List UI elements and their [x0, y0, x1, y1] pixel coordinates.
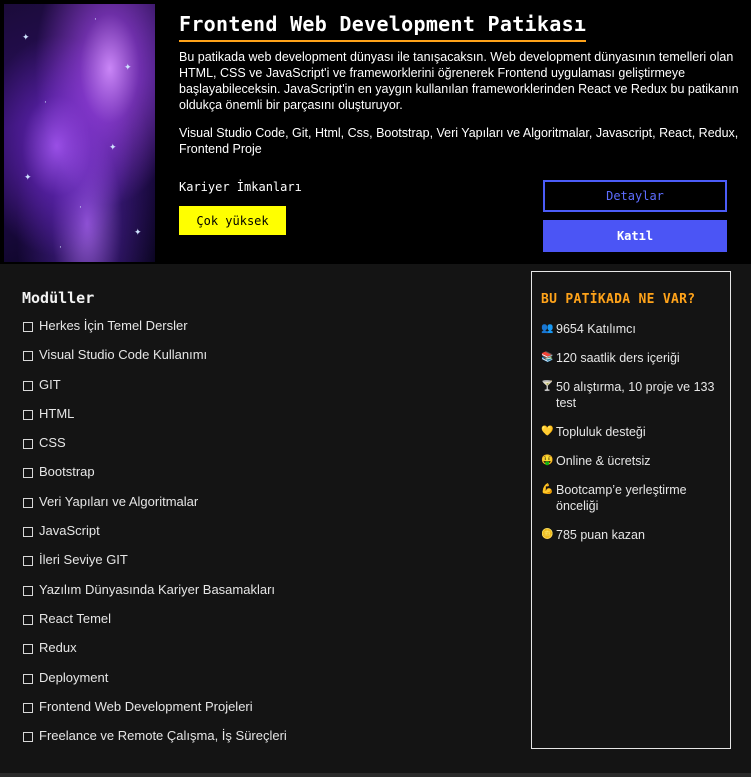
- modules-section: Modüller Herkes İçin Temel Dersler Visual…: [22, 289, 502, 757]
- checkbox-icon: [23, 644, 33, 655]
- checkbox-icon: [23, 614, 33, 625]
- checkbox-icon: [23, 468, 33, 479]
- module-label: CSS: [39, 435, 66, 451]
- checkbox-icon: [23, 556, 33, 567]
- galaxy-cover-image: ✦ · ✦ · ✦ ✦ · ✦ ·: [4, 4, 155, 262]
- module-item[interactable]: Visual Studio Code Kullanımı: [22, 347, 502, 376]
- hero-section: ✦ · ✦ · ✦ ✦ · ✦ · Frontend Web Developme…: [0, 0, 751, 264]
- panel-feature-item: 💪 Bootcamp’e yerleştirme önceliği: [541, 482, 723, 514]
- module-item[interactable]: Deployment: [22, 670, 502, 699]
- panel-feature-item: 🤑 Online & ücretsiz: [541, 453, 723, 469]
- panel-feature-text: Bootcamp’e yerleştirme önceliği: [556, 483, 687, 513]
- checkbox-icon: [23, 585, 33, 596]
- panel-feature-item: 🍸 50 alıştırma, 10 proje ve 133 test: [541, 379, 723, 411]
- page-bottom-divider: [0, 773, 751, 777]
- coin-icon: 🪙: [541, 529, 554, 540]
- module-item[interactable]: Freelance ve Remote Çalışma, İş Süreçler…: [22, 728, 502, 757]
- panel-feature-text: Online & ücretsiz: [556, 454, 651, 468]
- module-label: Deployment: [39, 669, 109, 685]
- people-icon: 👥: [541, 323, 554, 334]
- panel-feature-item: 🪙 785 puan kazan: [541, 527, 723, 543]
- modules-title: Modüller: [22, 289, 95, 307]
- technology-list: Visual Studio Code, Git, Html, Css, Boot…: [179, 126, 739, 156]
- module-label: Veri Yapıları ve Algoritmalar: [39, 493, 199, 509]
- panel-feature-text: Topluluk desteği: [556, 425, 646, 439]
- module-label: HTML: [39, 405, 75, 421]
- money-face-icon: 🤑: [541, 455, 554, 466]
- module-label: Freelance ve Remote Çalışma, İş Süreçler…: [39, 728, 287, 744]
- module-label: İleri Seviye GIT: [39, 552, 128, 568]
- module-label: Bootstrap: [39, 464, 95, 480]
- books-icon: 📚: [541, 352, 554, 363]
- module-item[interactable]: React Temel: [22, 611, 502, 640]
- page-title: Frontend Web Development Patikası: [179, 12, 587, 42]
- path-description: Bu patikada web development dünyası ile …: [179, 50, 739, 112]
- panel-feature-text: 120 saatlik ders içeriği: [556, 351, 680, 365]
- checkbox-icon: [23, 497, 33, 508]
- module-item[interactable]: Bootstrap: [22, 464, 502, 493]
- heart-icon: 💛: [541, 426, 554, 437]
- module-item[interactable]: GIT: [22, 377, 502, 406]
- checkbox-icon: [23, 439, 33, 450]
- checkbox-icon: [23, 380, 33, 391]
- panel-feature-text: 9654 Katılımcı: [556, 322, 636, 336]
- panel-feature-text: 50 alıştırma, 10 proje ve 133 test: [556, 380, 715, 410]
- module-label: Frontend Web Development Projeleri: [39, 698, 253, 714]
- checkbox-icon: [23, 409, 33, 420]
- details-button[interactable]: Detaylar: [543, 180, 727, 212]
- panel-title: BU PATİKADA NE VAR?: [541, 292, 696, 307]
- module-item[interactable]: Veri Yapıları ve Algoritmalar: [22, 494, 502, 523]
- module-label: Visual Studio Code Kullanımı: [39, 347, 208, 363]
- module-item[interactable]: JavaScript: [22, 523, 502, 552]
- checkbox-icon: [23, 732, 33, 743]
- panel-feature-item: 👥 9654 Katılımcı: [541, 321, 723, 337]
- panel-feature-item: 📚 120 saatlik ders içeriği: [541, 350, 723, 366]
- path-info-panel: BU PATİKADA NE VAR? 👥 9654 Katılımcı 📚 120 …: [531, 271, 731, 749]
- cocktail-icon: 🍸: [541, 381, 554, 392]
- flexed-arm-icon: 💪: [541, 484, 554, 495]
- checkbox-icon: [23, 322, 33, 332]
- checkbox-icon: [23, 673, 33, 684]
- join-button[interactable]: Katıl: [543, 220, 727, 252]
- module-item[interactable]: HTML: [22, 406, 502, 435]
- module-list: Herkes İçin Temel Dersler Visual Studio C…: [22, 318, 502, 757]
- module-item[interactable]: CSS: [22, 435, 502, 464]
- career-label: Kariyer İmkanları: [179, 180, 302, 194]
- panel-feature-list: 👥 9654 Katılımcı 📚 120 saatlik ders içeriği…: [541, 321, 723, 556]
- career-value-badge: Çok yüksek: [179, 206, 286, 235]
- module-item[interactable]: Yazılım Dünyasında Kariyer Basamakları: [22, 582, 502, 611]
- checkbox-icon: [23, 702, 33, 713]
- panel-feature-text: 785 puan kazan: [556, 528, 645, 542]
- checkbox-icon: [23, 527, 33, 538]
- checkbox-icon: [23, 351, 33, 362]
- module-label: GIT: [39, 376, 61, 392]
- module-item[interactable]: Herkes İçin Temel Dersler: [22, 318, 502, 347]
- module-item[interactable]: Redux: [22, 640, 502, 669]
- panel-feature-item: 💛 Topluluk desteği: [541, 424, 723, 440]
- module-item[interactable]: İleri Seviye GIT: [22, 552, 502, 581]
- module-label: Redux: [39, 640, 77, 656]
- module-label: Herkes İçin Temel Dersler: [39, 318, 188, 333]
- module-item[interactable]: Frontend Web Development Projeleri: [22, 699, 502, 728]
- module-label: JavaScript: [39, 523, 100, 539]
- module-label: React Temel: [39, 610, 112, 626]
- module-label: Yazılım Dünyasında Kariyer Basamakları: [39, 581, 276, 597]
